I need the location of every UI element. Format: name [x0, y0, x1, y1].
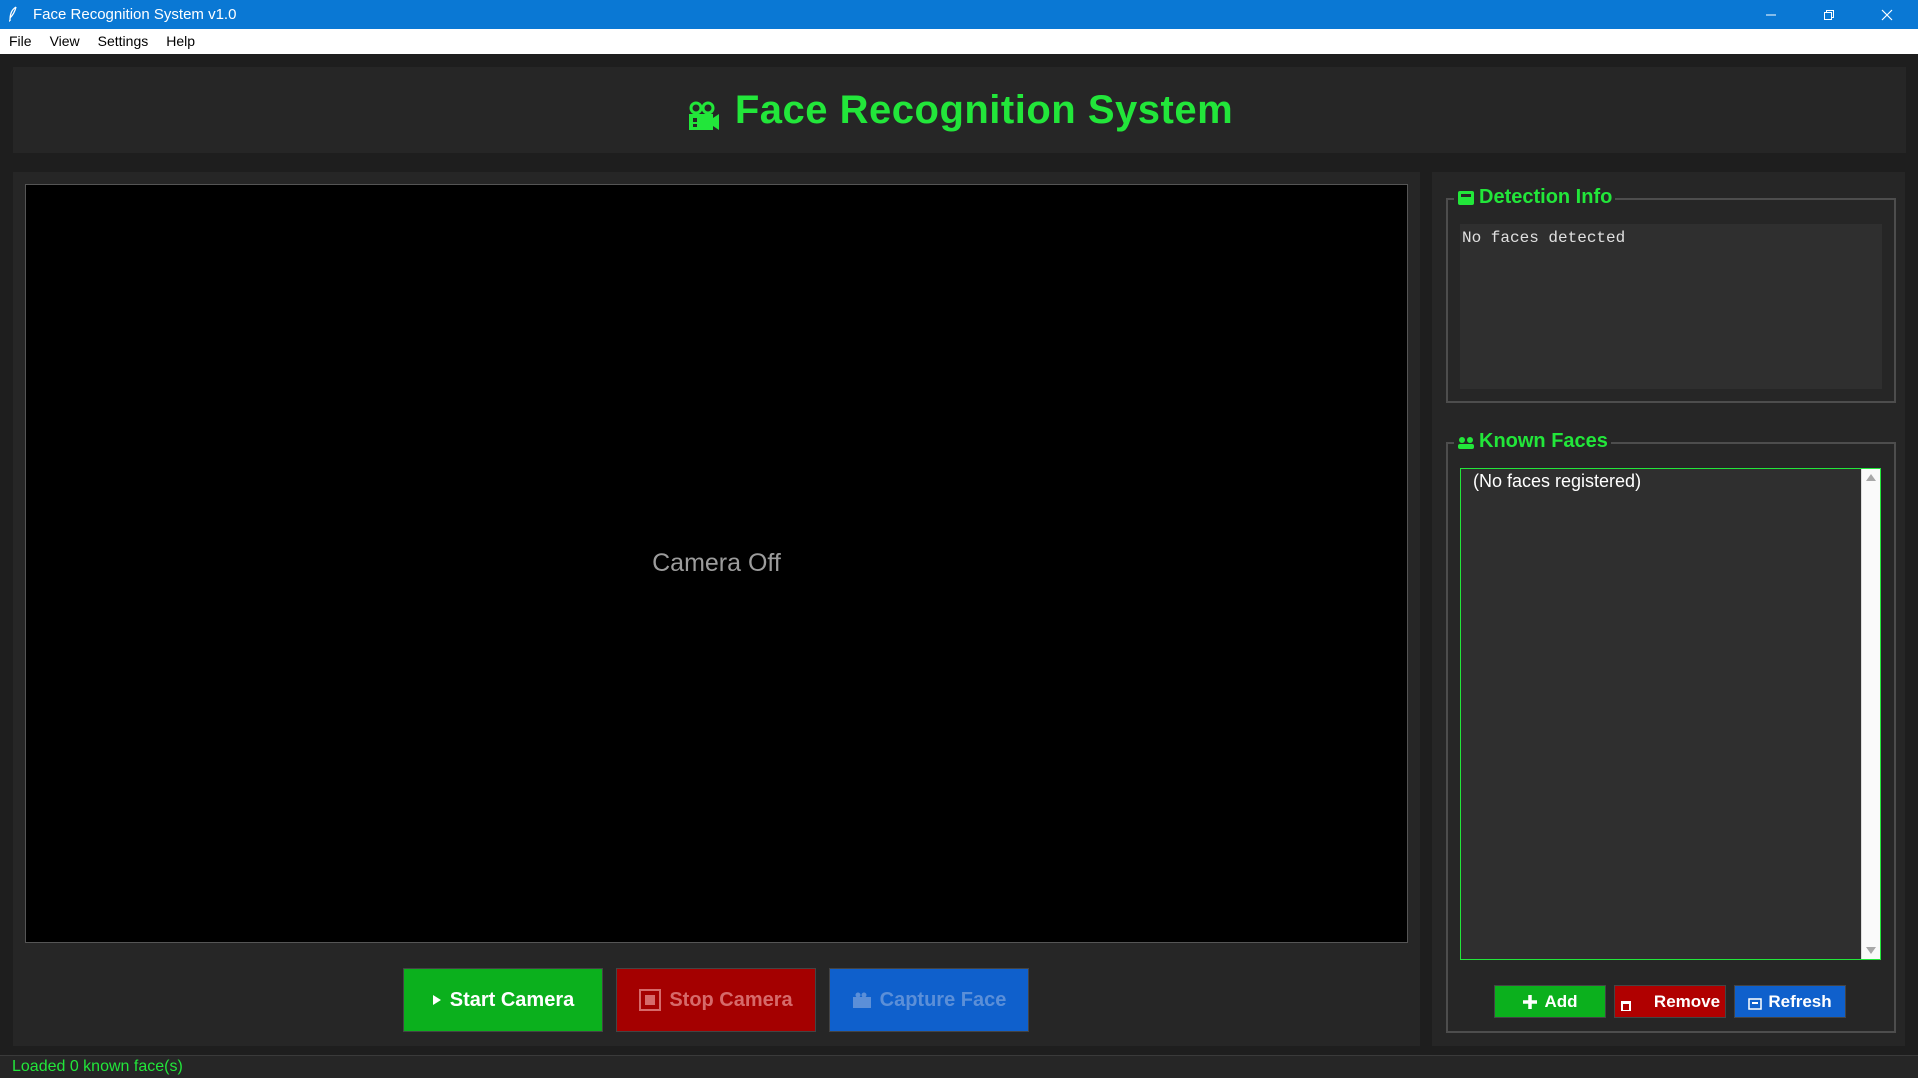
window-titlebar: Face Recognition System v1.0	[0, 0, 1918, 29]
scroll-up-icon[interactable]	[1866, 474, 1876, 481]
video-feed: Camera Off	[25, 184, 1408, 943]
known-faces-group: Known Faces (No faces registered) Add Re…	[1446, 430, 1896, 1033]
stop-camera-button[interactable]: Stop Camera	[616, 968, 816, 1032]
window-title: Face Recognition System v1.0	[33, 6, 237, 23]
capture-face-button[interactable]: Capture Face	[829, 968, 1029, 1032]
known-faces-heading: Known Faces	[1454, 430, 1611, 453]
camera-status-text: Camera Off	[652, 549, 781, 577]
stop-icon	[639, 989, 662, 1011]
refresh-icon	[1748, 997, 1763, 1010]
menu-view[interactable]: View	[41, 29, 89, 54]
trash-icon	[1620, 999, 1632, 1011]
scroll-down-icon[interactable]	[1866, 947, 1876, 954]
monitor-icon	[1457, 190, 1475, 206]
refresh-label: Refresh	[1768, 991, 1832, 1011]
menu-help[interactable]: Help	[157, 29, 204, 54]
known-faces-list[interactable]: (No faces registered)	[1460, 468, 1881, 960]
play-icon	[432, 994, 442, 1006]
capture-face-label: Capture Face	[879, 988, 1007, 1011]
restore-button[interactable]	[1800, 0, 1858, 29]
menu-bar: File View Settings Help	[0, 29, 1918, 54]
detection-info-heading: Detection Info	[1454, 186, 1616, 209]
plus-icon	[1522, 994, 1538, 1010]
refresh-button[interactable]: Refresh	[1734, 985, 1846, 1018]
status-bar: Loaded 0 known face(s)	[0, 1055, 1918, 1078]
list-scrollbar[interactable]	[1861, 469, 1880, 959]
users-icon	[1457, 435, 1475, 449]
add-face-button[interactable]: Add	[1494, 985, 1606, 1018]
add-face-label: Add	[1544, 991, 1578, 1011]
close-icon	[1881, 9, 1893, 20]
camera-icon	[686, 100, 720, 134]
remove-face-label: Remove	[1653, 991, 1721, 1011]
remove-face-button[interactable]: Remove	[1614, 985, 1726, 1018]
page-title: Face Recognition System	[734, 87, 1234, 132]
start-camera-button[interactable]: Start Camera	[403, 968, 603, 1032]
detection-info-group: Detection Info No faces detected	[1446, 186, 1896, 403]
menu-settings[interactable]: Settings	[89, 29, 158, 54]
app-header: Face Recognition System	[13, 67, 1906, 153]
minimize-icon	[1766, 14, 1776, 15]
close-button[interactable]	[1858, 0, 1916, 29]
camera-panel: Camera Off Start Camera Stop Camera Capt…	[13, 172, 1420, 1046]
camera-small-icon	[852, 991, 872, 1009]
restore-icon	[1824, 9, 1834, 20]
menu-file[interactable]: File	[0, 29, 41, 54]
detection-info-text: No faces detected	[1460, 224, 1882, 389]
list-item[interactable]: (No faces registered)	[1461, 469, 1880, 494]
detection-info-title: Detection Info	[1479, 186, 1613, 208]
feather-icon	[8, 5, 22, 24]
known-faces-title: Known Faces	[1479, 430, 1608, 452]
side-panel: Detection Info No faces detected Known F…	[1432, 172, 1905, 1046]
minimize-button[interactable]	[1742, 0, 1800, 29]
stop-camera-label: Stop Camera	[669, 988, 793, 1011]
start-camera-label: Start Camera	[449, 988, 575, 1011]
